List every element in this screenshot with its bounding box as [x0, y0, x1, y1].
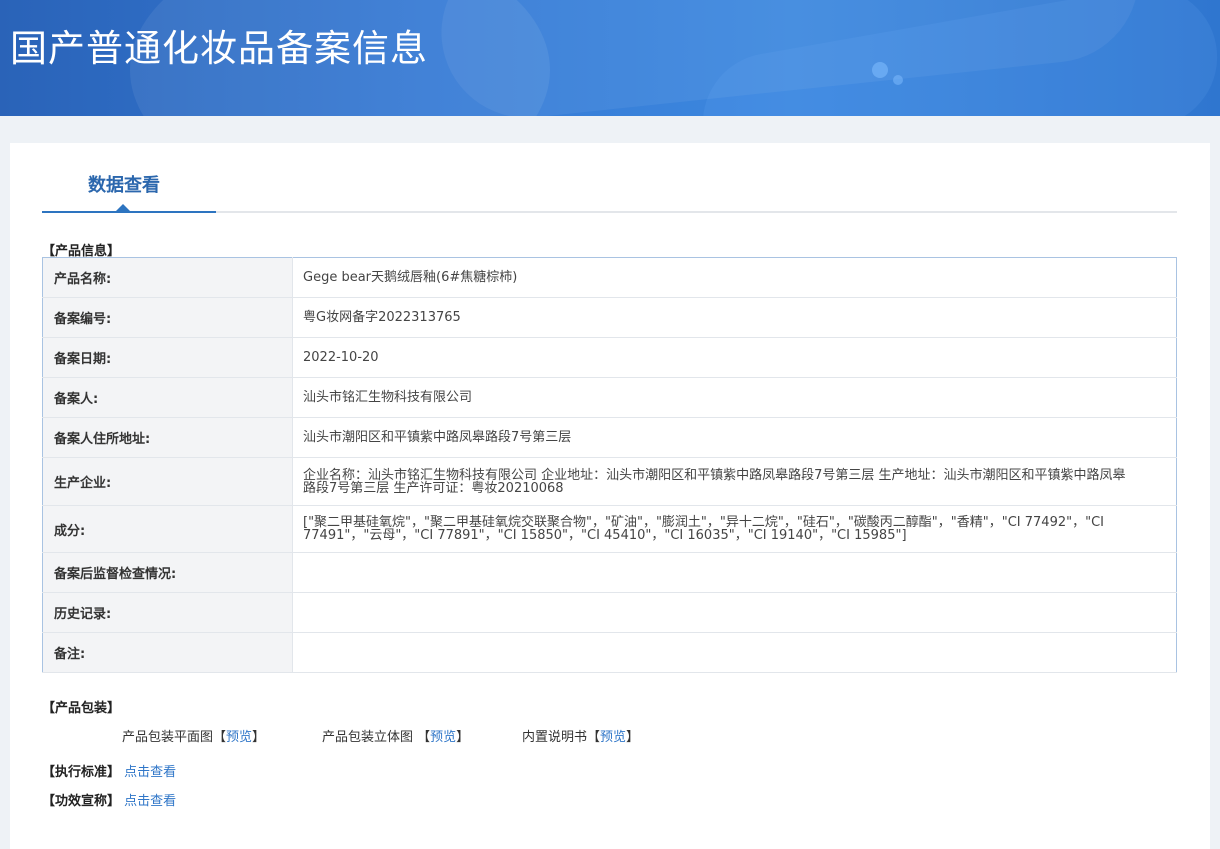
packaging-item-label: 产品包装平面图	[122, 730, 214, 745]
row-label: 备案后监督检查情况:	[42, 552, 293, 593]
row-value	[292, 592, 1177, 633]
table-row: 备案日期: 2022-10-20	[42, 337, 1177, 378]
bracket-open: 【	[417, 730, 431, 745]
row-value: 2022-10-20	[292, 337, 1177, 378]
bracket-close: 】	[626, 730, 640, 745]
banner-dot	[872, 62, 888, 78]
table-row: 成分: ["聚二甲基硅氧烷"，"聚二甲基硅氧烷交联聚合物"，"矿油"，"膨润土"…	[42, 505, 1177, 553]
table-row: 备注:	[42, 632, 1177, 673]
row-label: 产品名称:	[42, 257, 293, 298]
table-row: 生产企业: 企业名称：汕头市铭汇生物科技有限公司 企业地址：汕头市潮阳区和平镇紫…	[42, 457, 1177, 506]
row-label: 备案人住所地址:	[42, 417, 293, 458]
row-label: 生产企业:	[42, 457, 293, 506]
row-value	[292, 552, 1177, 593]
efficacy-row: 【功效宣称】 点击查看	[42, 790, 176, 809]
preview-link[interactable]: 预览	[600, 730, 626, 745]
table-row: 备案编号: 粤G妆网备字2022313765	[42, 297, 1177, 338]
efficacy-label: 【功效宣称】	[42, 794, 121, 809]
row-value: 粤G妆网备字2022313765	[292, 297, 1177, 338]
row-label: 备案编号:	[42, 297, 293, 338]
table-row: 备案人: 汕头市铭汇生物科技有限公司	[42, 377, 1177, 418]
efficacy-view-link[interactable]: 点击查看	[124, 794, 176, 809]
row-value: 企业名称：汕头市铭汇生物科技有限公司 企业地址：汕头市潮阳区和平镇紫中路凤皋路段…	[292, 457, 1177, 506]
table-row: 历史记录:	[42, 592, 1177, 633]
bracket-open: 【	[213, 730, 227, 745]
row-value: 汕头市潮阳区和平镇紫中路凤皋路段7号第三层	[292, 417, 1177, 458]
table-row: 产品名称: Gege bear天鹅绒唇釉(6#焦糖棕柿)	[42, 257, 1177, 298]
tab-label: 数据查看	[88, 175, 160, 196]
tab-bar: 数据查看	[42, 143, 1177, 213]
page-title: 国产普通化妆品备案信息	[10, 27, 428, 70]
bracket-close: 】	[456, 730, 470, 745]
preview-link[interactable]: 预览	[226, 730, 252, 745]
packaging-item-label: 内置说明书	[522, 730, 588, 745]
packaging-item-flat: 产品包装平面图【预览】	[122, 726, 265, 745]
row-label: 成分:	[42, 505, 293, 553]
row-label: 历史记录:	[42, 592, 293, 633]
bracket-open: 【	[587, 730, 601, 745]
packaging-item-3d: 产品包装立体图 【预览】	[322, 726, 469, 745]
banner-dot	[893, 75, 903, 85]
row-label: 备注:	[42, 632, 293, 673]
packaging-item-manual: 内置说明书【预览】	[522, 726, 639, 745]
standard-view-link[interactable]: 点击查看	[124, 765, 176, 780]
header-banner: 国产普通化妆品备案信息	[0, 0, 1220, 116]
bracket-close: 】	[252, 730, 266, 745]
packaging-item-label: 产品包装立体图	[322, 730, 418, 745]
content-card: 数据查看 【产品信息】 产品名称: Gege bear天鹅绒唇釉(6#焦糖棕柿)…	[10, 143, 1210, 849]
standard-row: 【执行标准】 点击查看	[42, 761, 176, 780]
product-info-table: 产品名称: Gege bear天鹅绒唇釉(6#焦糖棕柿) 备案编号: 粤G妆网备…	[42, 257, 1177, 673]
preview-link[interactable]: 预览	[430, 730, 456, 745]
row-value: 汕头市铭汇生物科技有限公司	[292, 377, 1177, 418]
row-value: ["聚二甲基硅氧烷"，"聚二甲基硅氧烷交联聚合物"，"矿油"，"膨润土"，"异十…	[292, 505, 1177, 553]
packaging-heading: 【产品包装】	[42, 701, 121, 716]
standard-label: 【执行标准】	[42, 765, 121, 780]
active-tab-caret	[116, 204, 130, 211]
table-row: 备案人住所地址: 汕头市潮阳区和平镇紫中路凤皋路段7号第三层	[42, 417, 1177, 458]
row-value	[292, 632, 1177, 673]
table-row: 备案后监督检查情况:	[42, 552, 1177, 593]
tab-data-view[interactable]: 数据查看	[42, 143, 216, 213]
row-label: 备案人:	[42, 377, 293, 418]
row-label: 备案日期:	[42, 337, 293, 378]
row-value: Gege bear天鹅绒唇釉(6#焦糖棕柿)	[292, 257, 1177, 298]
